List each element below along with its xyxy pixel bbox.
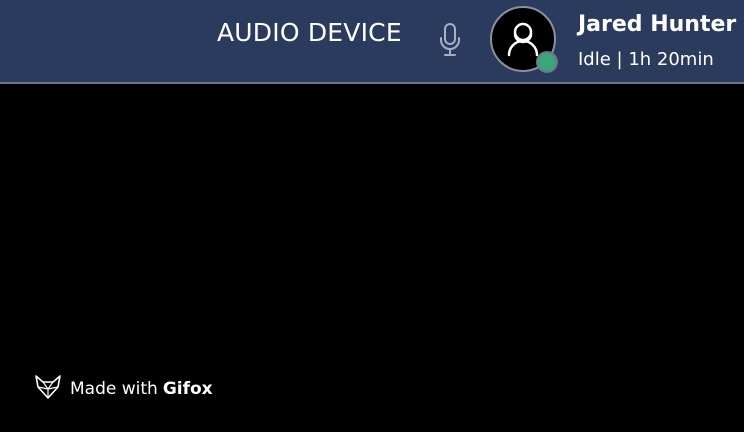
user-name: Jared Hunter [578, 12, 737, 37]
presence-status-dot [536, 51, 558, 73]
microphone-icon[interactable] [436, 22, 464, 58]
gifox-watermark: Made with Gifox [34, 374, 213, 404]
watermark-prefix: Made with [70, 379, 158, 399]
user-avatar[interactable] [490, 6, 560, 76]
watermark-brand: Gifox [162, 379, 213, 399]
fox-logo-icon [34, 374, 70, 404]
user-status-text: Idle | 1h 20min [578, 49, 714, 70]
app-window: AUDIO DEVICE Jared Hunter Idle | 1h 20mi… [0, 0, 744, 432]
audio-device-label[interactable]: AUDIO DEVICE [217, 15, 402, 51]
top-bar: AUDIO DEVICE Jared Hunter Idle | 1h 20mi… [0, 0, 744, 84]
